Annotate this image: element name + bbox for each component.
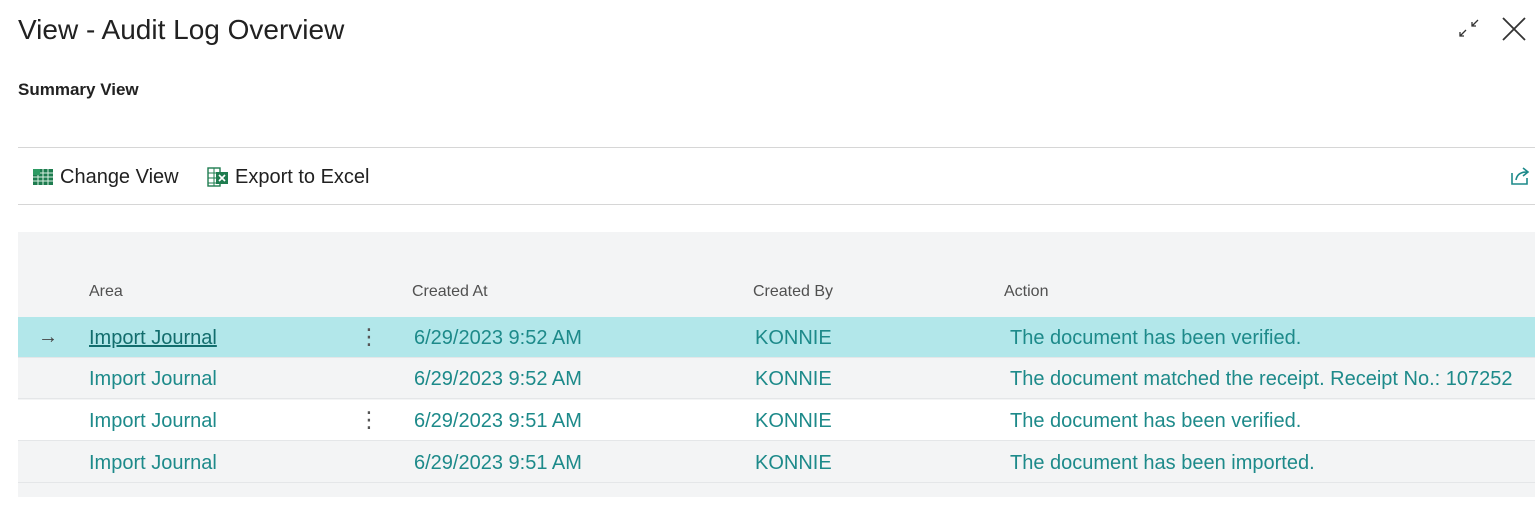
action-bar: Change View Export to Excel [18, 147, 1535, 205]
action-cell: The document has been imported. [1010, 452, 1315, 474]
column-header-area[interactable]: Area [89, 282, 123, 302]
table-row[interactable]: Import Journal ⋮ 6/29/2023 9:51 AM KONNI… [18, 400, 1535, 441]
created-by-cell: KONNIE [755, 410, 832, 432]
created-at-cell: 6/29/2023 9:52 AM [414, 368, 582, 390]
table-row[interactable]: Import Journal 6/29/2023 9:51 AM KONNIE … [18, 442, 1535, 483]
export-to-excel-label: Export to Excel [235, 165, 370, 188]
row-menu-icon[interactable]: ⋮ [358, 406, 380, 434]
column-header-action[interactable]: Action [1004, 282, 1048, 302]
change-view-label: Change View [60, 165, 179, 188]
created-by-cell: KONNIE [755, 452, 832, 474]
area-link[interactable]: Import Journal [89, 367, 217, 391]
created-at-cell: 6/29/2023 9:51 AM [414, 410, 582, 432]
window-controls [1455, 14, 1535, 44]
column-header-created-by[interactable]: Created By [753, 282, 833, 302]
table-row[interactable]: → Import Journal ⋮ 6/29/2023 9:52 AM KON… [18, 317, 1535, 358]
created-at-cell: 6/29/2023 9:52 AM [414, 327, 582, 349]
area-link[interactable]: Import Journal [89, 451, 217, 475]
action-cell: The document has been verified. [1010, 410, 1302, 432]
excel-icon [207, 167, 229, 187]
action-cell: The document has been verified. [1010, 327, 1302, 349]
change-view-icon [32, 167, 54, 187]
export-to-excel-button[interactable]: Export to Excel [207, 164, 370, 190]
created-by-cell: KONNIE [755, 368, 832, 390]
column-header-created-at[interactable]: Created At [412, 282, 488, 302]
created-at-cell: 6/29/2023 9:51 AM [414, 452, 582, 474]
table-row[interactable]: Import Journal 6/29/2023 9:52 AM KONNIE … [18, 358, 1535, 399]
share-icon[interactable] [1509, 165, 1531, 187]
collapse-icon[interactable] [1455, 14, 1483, 42]
audit-log-grid: Area Created At Created By Action → Impo… [18, 232, 1535, 497]
action-cell: The document matched the receipt. Receip… [1010, 368, 1513, 390]
close-icon[interactable] [1499, 14, 1529, 44]
area-link[interactable]: Import Journal [89, 409, 217, 433]
area-link[interactable]: Import Journal [89, 326, 217, 350]
page-title: View - Audit Log Overview [18, 14, 345, 45]
section-subtitle: Summary View [18, 80, 139, 99]
created-by-cell: KONNIE [755, 327, 832, 349]
row-selected-arrow-icon: → [38, 326, 58, 348]
row-menu-icon[interactable]: ⋮ [358, 323, 380, 351]
change-view-button[interactable]: Change View [32, 164, 179, 190]
